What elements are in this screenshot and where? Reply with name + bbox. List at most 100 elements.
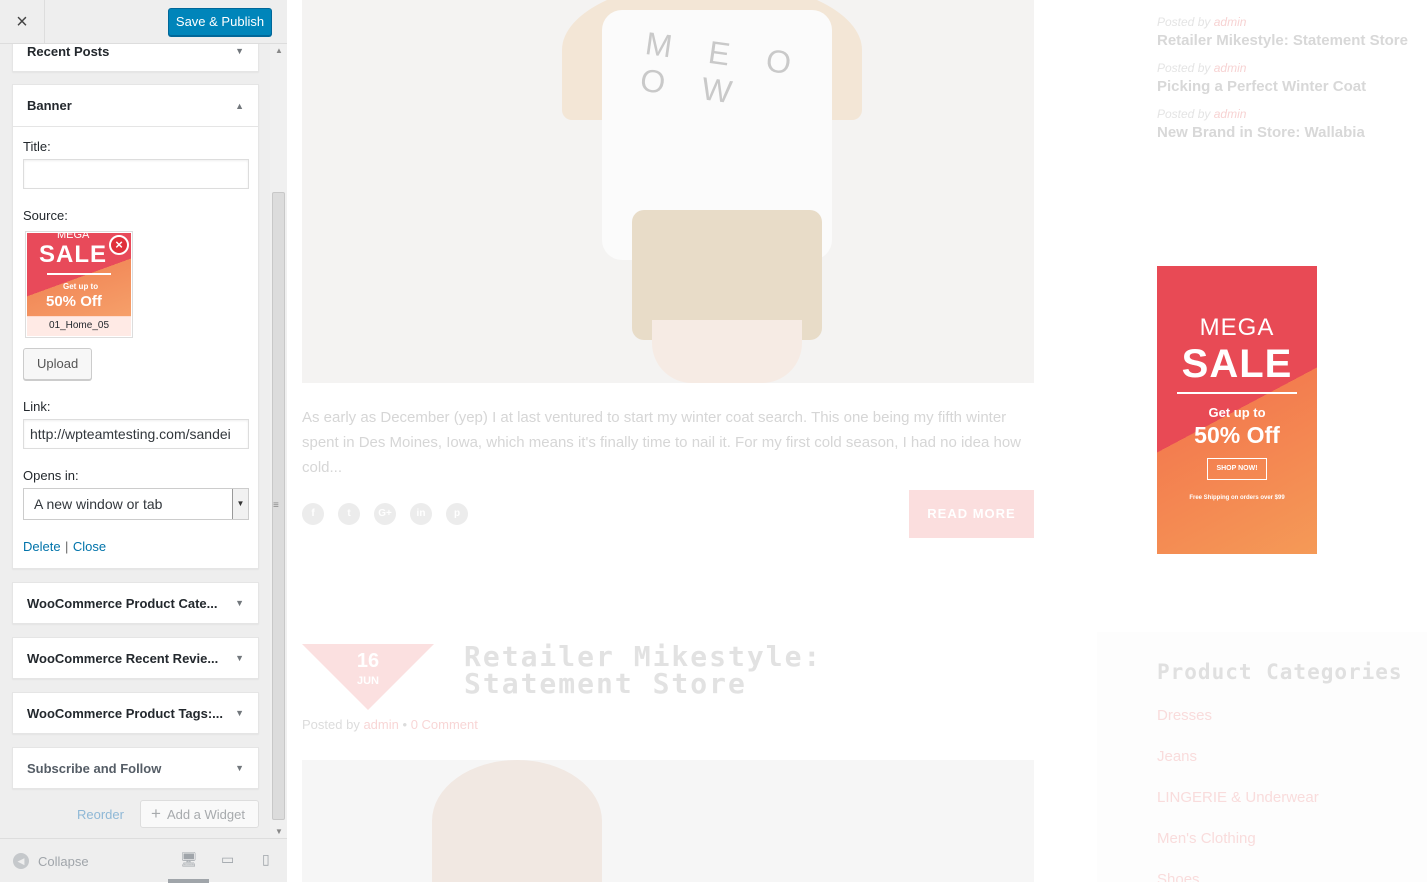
widget-header[interactable]: WooCommerce Product Tags:... ▼ — [13, 693, 258, 733]
post-featured-image[interactable]: M E O O W — [302, 0, 1034, 383]
mobile-preview-icon[interactable]: ▯ — [262, 851, 270, 868]
list-item: Posted by admin Retailer Mikestyle: Stat… — [1157, 14, 1427, 52]
customizer-sidebar: × Save & Publish Recent Posts ▼ Banner ▲… — [0, 0, 287, 883]
save-publish-button[interactable]: Save & Publish — [168, 8, 272, 36]
widget-title: WooCommerce Recent Revie... — [27, 650, 219, 666]
thumb-sale-text: SALE — [39, 241, 108, 268]
posted-by-label: Posted by — [1157, 107, 1211, 121]
expand-arrow-icon[interactable]: ▼ — [235, 708, 244, 718]
model-figure: M E O O W — [562, 0, 862, 383]
post-link[interactable]: New Brand in Store: Wallabia — [1157, 122, 1427, 144]
collapse-button[interactable]: ◀ Collapse — [13, 853, 89, 869]
product-categories-list: Dresses Jeans LINGERIE & Underwear Men's… — [1157, 706, 1319, 882]
widget-title: Subscribe and Follow — [27, 760, 162, 776]
widget-title: WooCommerce Product Tags:... — [27, 705, 223, 721]
customizer-header: × Save & Publish — [0, 0, 287, 44]
scroll-up-arrow-icon[interactable]: ▲ — [275, 46, 283, 55]
author-link[interactable]: admin — [1214, 15, 1247, 29]
link-input[interactable]: http://wpteamtesting.com/sandei — [23, 419, 249, 449]
category-link[interactable]: Men's Clothing — [1157, 829, 1319, 870]
close-widget-link[interactable]: Close — [73, 539, 106, 554]
reorder-link[interactable]: Reorder — [77, 807, 124, 822]
widget-woocommerce-product-categories[interactable]: WooCommerce Product Cate... ▼ — [12, 582, 259, 624]
category-link[interactable]: Dresses — [1157, 706, 1319, 747]
date-day: 16 — [356, 650, 380, 672]
desktop-preview-icon[interactable]: 🖥 — [180, 851, 198, 868]
banner-image-thumbnail[interactable]: MEGA SALE Get up to 50% Off 01_Home_05 × — [25, 231, 133, 338]
active-device-indicator — [168, 879, 209, 883]
google-plus-icon[interactable]: G+ — [374, 503, 396, 525]
banner-mega-text: MEGA — [1199, 314, 1275, 341]
posted-by-label: Posted by — [1157, 61, 1211, 75]
sale-banner[interactable]: MEGA SALE Get up to 50% Off SHOP NOW! Fr… — [1157, 266, 1317, 554]
twitter-icon[interactable]: t — [338, 503, 360, 525]
widget-header[interactable]: Banner ▲ — [13, 85, 258, 126]
thumb-get-text: Get up to — [63, 282, 99, 291]
opens-in-select[interactable]: A new window or tab ▼ — [23, 488, 249, 520]
opens-in-label: Opens in: — [23, 468, 79, 483]
widget-recent-posts[interactable]: Recent Posts ▼ — [12, 44, 259, 72]
recent-posts-widget: Posted by admin Retailer Mikestyle: Stat… — [1157, 14, 1427, 152]
grip-icon: ≡ — [273, 500, 279, 511]
shop-now-button[interactable]: SHOP NOW! — [1207, 458, 1267, 480]
dropdown-arrow-icon[interactable]: ▼ — [232, 489, 248, 519]
post-title[interactable]: Retailer Mikestyle: Statement Store — [464, 643, 1004, 698]
upload-button[interactable]: Upload — [23, 348, 93, 380]
list-item: Posted by admin New Brand in Store: Wall… — [1157, 106, 1427, 144]
source-label: Source: — [23, 208, 68, 223]
title-label: Title: — [23, 139, 51, 154]
widget-woocommerce-product-tags[interactable]: WooCommerce Product Tags:... ▼ — [12, 692, 259, 734]
expand-arrow-icon[interactable]: ▼ — [235, 763, 244, 773]
facebook-icon[interactable]: f — [302, 503, 324, 525]
link-separator: | — [65, 539, 69, 554]
author-link[interactable]: admin — [1214, 107, 1247, 121]
remove-image-icon[interactable]: × — [109, 235, 129, 255]
post-link[interactable]: Retailer Mikestyle: Statement Store — [1157, 30, 1427, 52]
comment-count-link[interactable]: 0 Comment — [411, 717, 478, 732]
widget-header[interactable]: Subscribe and Follow ▼ — [13, 748, 258, 788]
widget-title: WooCommerce Product Cate... — [27, 595, 218, 611]
post-meta: Posted by admin • 0 Comment — [302, 717, 478, 732]
collapse-label: Collapse — [38, 853, 89, 869]
author-link[interactable]: admin — [363, 717, 398, 732]
banner-shipping-text: Free Shipping on orders over $99 — [1189, 495, 1285, 501]
product-categories-title: Product Categories — [1157, 660, 1403, 684]
banner-divider — [1177, 392, 1297, 394]
widget-header[interactable]: WooCommerce Product Cate... ▼ — [13, 583, 258, 623]
add-widget-button[interactable]: + Add a Widget — [140, 800, 259, 828]
widget-subscribe-follow[interactable]: Subscribe and Follow ▼ — [12, 747, 259, 789]
expand-arrow-icon[interactable]: ▼ — [235, 598, 244, 608]
link-label: Link: — [23, 399, 51, 414]
plus-icon: + — [151, 804, 161, 823]
expand-arrow-icon[interactable]: ▼ — [235, 653, 244, 663]
scroll-down-arrow-icon[interactable]: ▼ — [275, 827, 283, 836]
linkedin-icon[interactable]: in — [410, 503, 432, 525]
delete-widget-link[interactable]: Delete — [23, 539, 61, 554]
widget-woocommerce-recent-reviews[interactable]: WooCommerce Recent Revie... ▼ — [12, 637, 259, 679]
panel-scrollbar[interactable]: ▲ ≡ ▼ — [270, 44, 287, 838]
widget-banner: Banner ▲ Title: Source: MEGA SALE Get up… — [12, 84, 259, 569]
pinterest-icon[interactable]: p — [446, 503, 468, 525]
post-link[interactable]: Picking a Perfect Winter Coat — [1157, 76, 1427, 98]
widget-form: Title: Source: MEGA SALE Get up to 50% O… — [13, 126, 258, 568]
legs-shape — [652, 320, 802, 383]
close-customizer-button[interactable]: × — [0, 0, 45, 44]
post-featured-image-2[interactable] — [302, 760, 1034, 882]
title-input[interactable] — [23, 159, 249, 189]
read-more-button[interactable]: READ MORE — [909, 490, 1034, 538]
site-preview: M E O O W As early as December (yep) I a… — [287, 0, 1427, 882]
thumb-filename: 01_Home_05 — [27, 316, 131, 336]
expand-arrow-icon[interactable]: ▼ — [235, 46, 244, 56]
widget-header[interactable]: WooCommerce Recent Revie... ▼ — [13, 638, 258, 678]
banner-get-text: Get up to — [1208, 405, 1266, 420]
widget-header[interactable]: Recent Posts ▼ — [13, 44, 258, 71]
author-link[interactable]: admin — [1214, 61, 1247, 75]
collapse-arrow-icon[interactable]: ▲ — [235, 101, 244, 111]
model-figure-2 — [432, 760, 602, 882]
category-link[interactable]: Jeans — [1157, 747, 1319, 788]
category-link[interactable]: LINGERIE & Underwear — [1157, 788, 1319, 829]
tablet-preview-icon[interactable]: ▭ — [221, 851, 234, 868]
category-link[interactable]: Shoes — [1157, 870, 1319, 882]
widgets-panel: Recent Posts ▼ Banner ▲ Title: Source: M… — [0, 44, 270, 838]
post-meta: Posted by admin — [1157, 60, 1427, 76]
